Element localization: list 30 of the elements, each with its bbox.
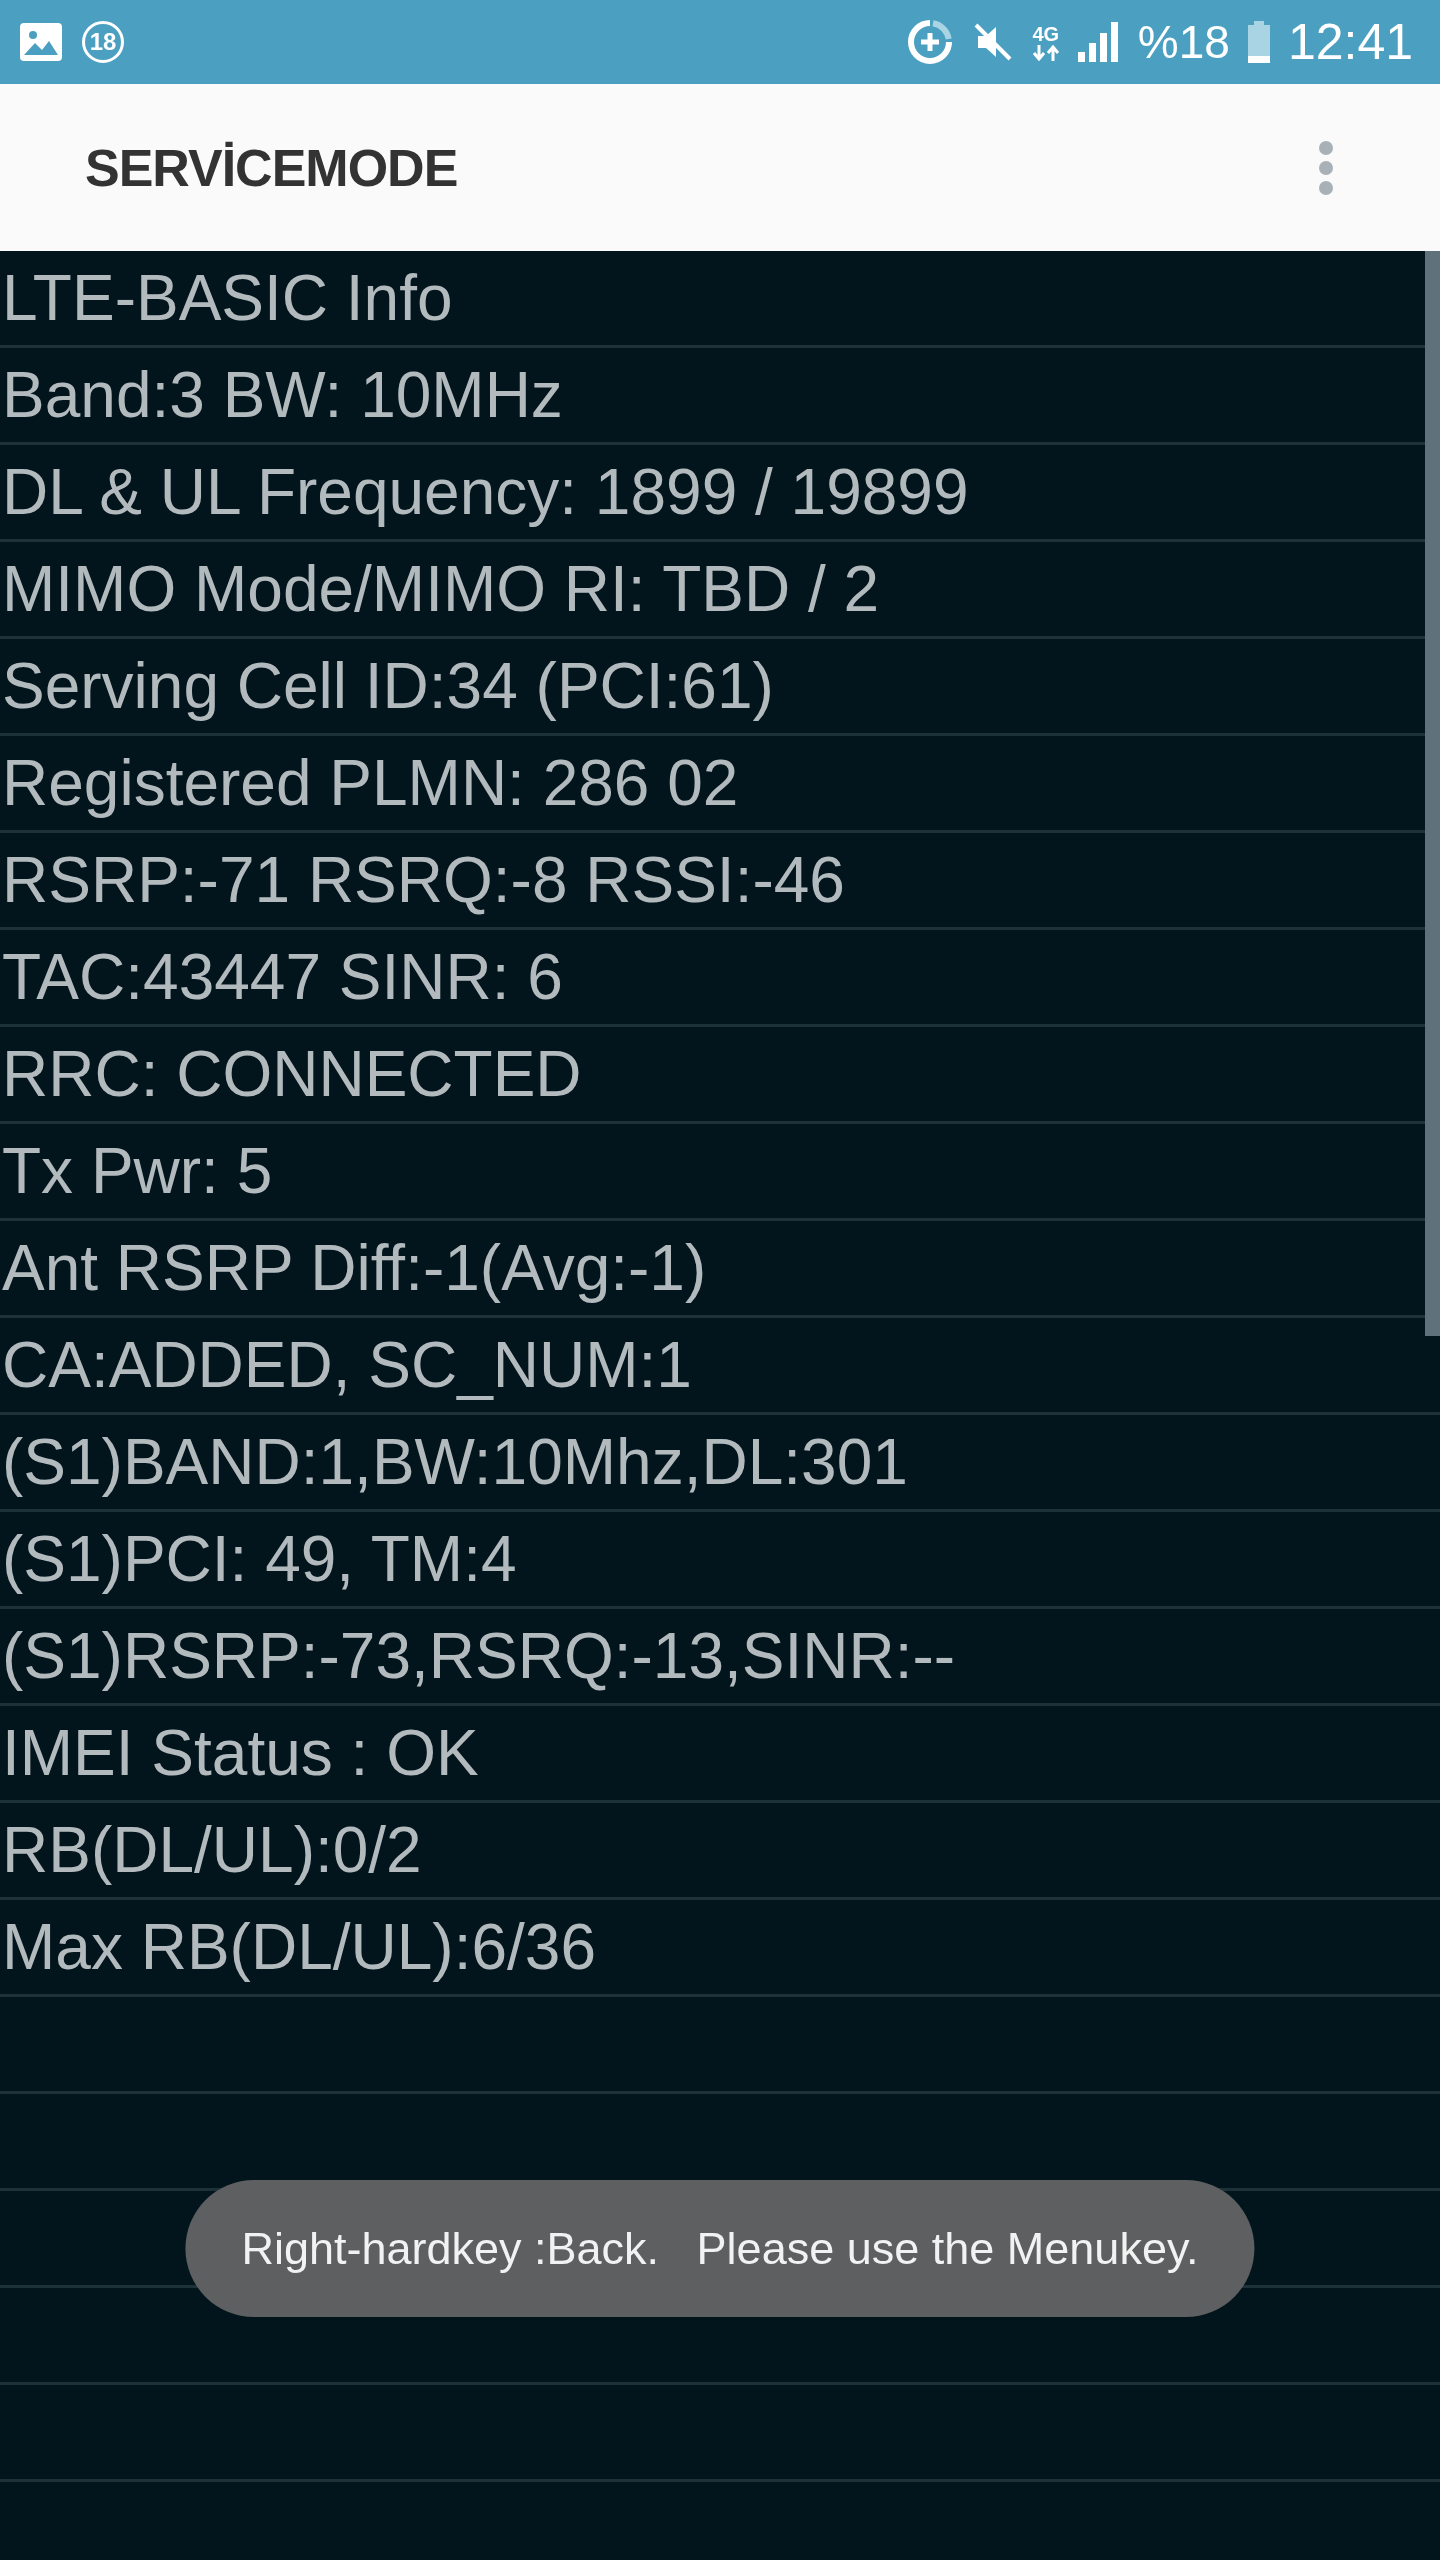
clock-time: 12:41 [1287, 17, 1413, 67]
info-row-text: Ant RSRP Diff:-1(Avg:-1) [2, 1232, 707, 1304]
info-row-text: Registered PLMN: 286 02 [2, 747, 739, 819]
signal-icon [1077, 22, 1120, 62]
data-arrows-icon [1031, 44, 1060, 61]
info-row-text: (S1)RSRP:-73,RSRQ:-13,SINR:-- [2, 1620, 956, 1692]
info-row-text: CA:ADDED, SC_NUM:1 [2, 1329, 692, 1401]
info-row-text: Band:3 BW: 10MHz [2, 359, 563, 431]
data-saver-icon [905, 18, 954, 66]
info-row-text: DL & UL Frequency: 1899 / 19899 [2, 456, 969, 528]
info-row-text: TAC:43447 SINR: 6 [2, 941, 563, 1013]
info-row-text: RSRP:-71 RSRQ:-8 RSSI:-46 [2, 844, 845, 916]
info-row-text: RB(DL/UL):0/2 [2, 1814, 422, 1886]
info-row-text: LTE-BASIC Info [2, 262, 453, 334]
info-row-text: Tx Pwr: 5 [2, 1135, 273, 1207]
info-row-text: (S1)BAND:1,BW:10Mhz,DL:301 [2, 1426, 908, 1498]
notification-count: 18 [82, 21, 124, 63]
image-icon [20, 23, 62, 61]
network-type-label: 4G [1032, 23, 1060, 44]
info-row-text: Max RB(DL/UL):6/36 [2, 1911, 596, 1983]
info-row-text: MIMO Mode/MIMO RI: TBD / 2 [2, 553, 880, 625]
info-row-text: Serving Cell ID:34 (PCI:61) [2, 650, 774, 722]
info-row-text: IMEI Status : OK [2, 1717, 479, 1789]
more-vert-icon [1318, 139, 1334, 196]
toast-message: Right-hardkey :Back. Please use the Menukey. [185, 2180, 1255, 2317]
info-row-text: RRC: CONNECTED [2, 1038, 582, 1110]
app-title: SERVİCEMODE [85, 137, 458, 198]
battery-percentage: %18 [1137, 19, 1230, 65]
battery-icon [1247, 21, 1270, 63]
info-row-text: (S1)PCI: 49, TM:4 [2, 1523, 517, 1595]
